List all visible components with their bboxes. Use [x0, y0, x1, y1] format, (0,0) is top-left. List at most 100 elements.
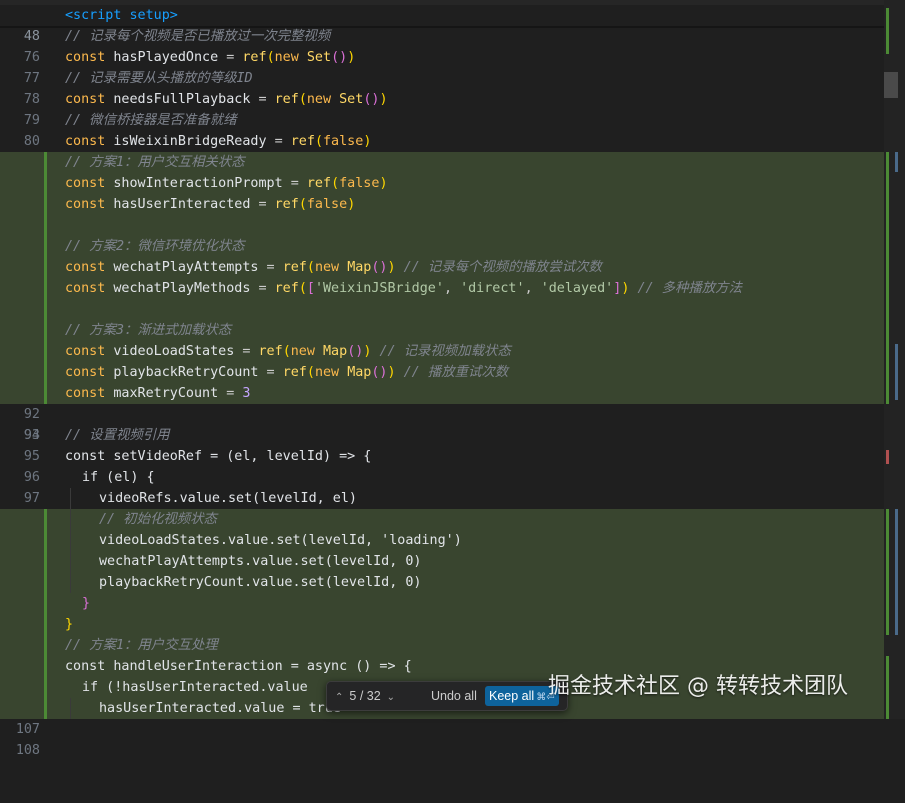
- comment: // 设置视频引用: [65, 428, 170, 443]
- code-text: }: [65, 617, 74, 632]
- code-text: const videoLoadStates = ref(new Map()) /…: [65, 344, 511, 359]
- overview-ruler-added: [886, 656, 889, 719]
- code-line[interactable]: 97 if (el) {: [0, 467, 884, 506]
- change-counter: 5 / 32: [349, 689, 381, 703]
- code-text: playbackRetryCount.value.set(levelId, 0): [99, 575, 422, 590]
- code-text: const maxRetryCount = 3: [65, 386, 251, 401]
- identifier: showInteractionPrompt: [113, 176, 283, 191]
- string-literal: 'direct': [460, 281, 525, 296]
- diff-added-marker: [44, 194, 47, 215]
- overview-ruler-added: [886, 344, 889, 400]
- diff-added-marker: [44, 614, 47, 635]
- code-text: videoRefs.value.set(levelId, el): [99, 491, 357, 506]
- code-line[interactable]: 77 const hasPlayedOnce = ref(new Set()): [0, 47, 884, 86]
- diff-added-marker: [44, 341, 47, 362]
- code-line[interactable]: 96 const setVideoRef = (el, levelId) => …: [0, 446, 884, 485]
- code-line-added[interactable]: 92 const playbackRetryCount = ref(new Ma…: [0, 362, 884, 422]
- identifier: wechatPlayMethods: [113, 281, 251, 296]
- code-line-added[interactable]: 103 }: [0, 593, 884, 653]
- sticky-scroll-line[interactable]: 48 <script setup>: [0, 5, 884, 44]
- code-editor[interactable]: 48 <script setup> 76 // 记录每个视频是否已播放过一次完整…: [0, 0, 905, 758]
- code-line-added[interactable]: 84 const hasUserInteracted = ref(false): [0, 194, 884, 254]
- code-line-added[interactable]: 85: [0, 215, 884, 275]
- code-text: <script setup>: [65, 5, 178, 26]
- code-text: if (!hasUserInteracted.value: [82, 680, 308, 695]
- code-line[interactable]: 76 // 记录每个视频是否已播放过一次完整视频: [0, 26, 884, 65]
- code-line[interactable]: 78 // 记录需要从头播放的等级ID: [0, 68, 884, 107]
- string-literal: 'WeixinJSBridge': [314, 281, 444, 296]
- code-line-added[interactable]: 102 playbackRetryCount.value.set(levelId…: [0, 572, 884, 632]
- code-line-added[interactable]: 91 const videoLoadStates = ref(new Map()…: [0, 341, 884, 401]
- code-line-added[interactable]: 83 const showInteractionPrompt = ref(fal…: [0, 173, 884, 233]
- diff-added-marker: [44, 299, 47, 320]
- diff-added-marker: [44, 698, 47, 719]
- trailing-comment: // 记录视频加载状态: [379, 344, 511, 359]
- indent-guide: [70, 488, 71, 593]
- diff-added-marker: [44, 278, 47, 299]
- code-line-added[interactable]: 86 // 方案2：微信环境优化状态: [0, 236, 884, 296]
- code-text: const handleUserInteraction = async () =…: [65, 659, 412, 674]
- chevron-down-icon[interactable]: ⌄: [387, 684, 395, 712]
- diff-added-marker: [44, 593, 47, 614]
- overview-ruler-deleted: [886, 450, 889, 464]
- code-line-added[interactable]: 101 wechatPlayAttempts.value.set(levelId…: [0, 551, 884, 611]
- code-line[interactable]: 95 // 设置视频引用: [0, 425, 884, 464]
- code-line-added[interactable]: 87 const wechatPlayAttempts = ref(new Ma…: [0, 257, 884, 317]
- code-text: // 方案1：用户交互处理: [65, 635, 218, 656]
- code-text: const wechatPlayAttempts = ref(new Map()…: [65, 260, 602, 275]
- change-navigator[interactable]: ⌃ 5 / 32 ⌄: [335, 682, 395, 710]
- code-line-added[interactable]: 89: [0, 299, 884, 359]
- identifier: hasPlayedOnce: [113, 50, 219, 65]
- overview-ruler-modified: [895, 152, 898, 172]
- code-text: wechatPlayAttempts.value.set(levelId, 0): [99, 554, 422, 569]
- code-line-added[interactable]: 105 // 方案1：用户交互处理: [0, 635, 884, 695]
- diff-added-marker: [44, 635, 47, 656]
- code-line[interactable]: 80 // 微信桥接器是否准备就绪: [0, 110, 884, 149]
- code-text: if (el) {: [82, 470, 155, 485]
- diff-added-marker: [44, 215, 47, 236]
- code-line-added[interactable]: 104 }: [0, 614, 884, 674]
- code-text: // 初始化视频状态: [99, 509, 217, 530]
- function-name: ref: [282, 260, 307, 275]
- function-name: ref: [306, 176, 332, 191]
- code-line[interactable]: 98 videoRefs.value.set(levelId, el): [0, 488, 884, 527]
- code-text: const setVideoRef = (el, levelId) => {: [65, 449, 372, 464]
- overview-ruler-added: [886, 509, 889, 635]
- code-text: // 方案3：渐进式加载状态: [65, 320, 231, 341]
- code-line-added[interactable]: 82 // 方案1：用户交互相关状态: [0, 152, 884, 212]
- identifier: isWeixinBridgeReady: [113, 134, 267, 149]
- diff-added-marker: [44, 152, 47, 173]
- code-text: // 记录需要从头播放的等级ID: [65, 68, 253, 89]
- comment: // 记录每个视频是否已播放过一次完整视频: [65, 29, 331, 44]
- code-text: const wechatPlayMethods = ref(['WeixinJS…: [65, 281, 742, 296]
- code-line[interactable]: 94: [0, 404, 884, 443]
- code-line[interactable]: 81 const isWeixinBridgeReady = ref(false…: [0, 131, 884, 170]
- function-name: ref: [274, 92, 299, 107]
- comment: // 方案1：用户交互相关状态: [65, 155, 245, 170]
- code-line-added[interactable]: 90 // 方案3：渐进式加载状态: [0, 320, 884, 380]
- identifier: playbackRetryCount: [113, 365, 259, 380]
- diff-added-marker: [44, 530, 47, 551]
- scrollbar-thumb[interactable]: [884, 72, 898, 98]
- code-line-added[interactable]: 99 // 初始化视频状态: [0, 509, 884, 569]
- code-line-added[interactable]: 93 const maxRetryCount = 3: [0, 383, 884, 443]
- diff-added-marker: [44, 509, 47, 530]
- comment: // 记录需要从头播放的等级ID: [65, 71, 253, 86]
- identifier: hasUserInteracted: [113, 197, 251, 212]
- diff-added-marker: [44, 362, 47, 383]
- diff-added-marker: [44, 173, 47, 194]
- code-text: // 记录每个视频是否已播放过一次完整视频: [65, 26, 330, 47]
- diff-added-marker: [44, 383, 47, 404]
- code-line[interactable]: 79 const needsFullPlayback = ref(new Set…: [0, 89, 884, 128]
- code-line-added[interactable]: 88 const wechatPlayMethods = ref(['Weixi…: [0, 278, 884, 338]
- boolean-literal: false: [339, 176, 380, 191]
- trailing-comment: // 播放重试次数: [403, 365, 509, 380]
- diff-added-marker: [44, 656, 47, 677]
- diff-added-marker: [44, 320, 47, 341]
- chevron-up-icon[interactable]: ⌃: [335, 684, 343, 712]
- code-text: // 微信桥接器是否准备就绪: [65, 110, 236, 131]
- undo-all-button[interactable]: Undo all: [427, 686, 481, 706]
- code-line-added[interactable]: 100 videoLoadStates.value.set(levelId, '…: [0, 530, 884, 590]
- boolean-literal: false: [306, 197, 348, 212]
- identifier: needsFullPlayback: [113, 92, 251, 107]
